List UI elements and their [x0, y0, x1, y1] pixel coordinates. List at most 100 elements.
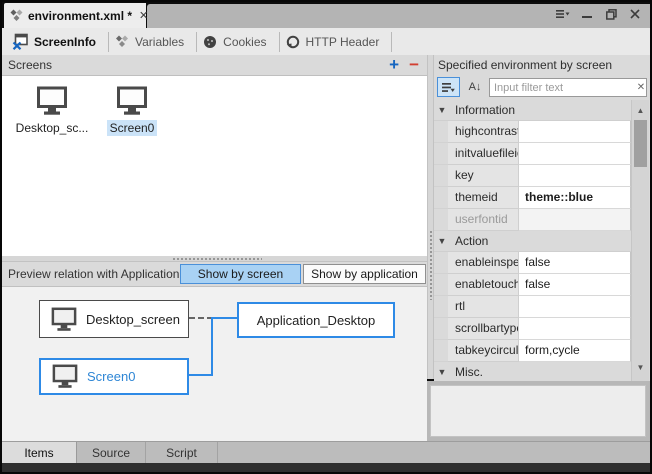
property-rows: ▼ Information highcontrast initvaluefile… [434, 100, 631, 381]
screens-list[interactable]: Desktop_sc... Screen0 [2, 76, 427, 256]
property-value[interactable] [519, 121, 631, 143]
property-name: key [448, 165, 519, 187]
screen-item-desktop[interactable]: Desktop_sc... [14, 86, 90, 136]
property-value[interactable] [519, 165, 631, 187]
cookie-icon [203, 35, 217, 49]
http-header-icon [286, 35, 300, 49]
property-value[interactable]: false [519, 252, 631, 274]
property-row-rtl[interactable]: rtl [434, 296, 631, 318]
tab-screeninfo[interactable]: ScreenInfo [6, 32, 109, 52]
property-grid-scrollbar[interactable]: ▲ ▼ [631, 100, 649, 381]
remove-screen-button[interactable]: − [409, 58, 419, 72]
relation-link-active [213, 317, 237, 319]
property-name: rtl [448, 296, 519, 318]
relation-link-active [189, 374, 213, 376]
variables-icon [115, 35, 129, 48]
clear-filter-icon[interactable]: ✕ [636, 82, 646, 93]
category-label: Information [448, 103, 515, 117]
property-name: userfontid [448, 209, 519, 231]
monitor-icon [115, 86, 149, 116]
row-gutter [434, 209, 448, 231]
minimize-icon[interactable] [580, 7, 594, 21]
node-screen0[interactable]: Screen0 [39, 358, 189, 395]
properties-panel-title: Specified environment by screen [438, 58, 612, 72]
add-screen-button[interactable]: + [389, 58, 399, 72]
screens-panel-title: Screens [8, 58, 52, 72]
monitor-icon [50, 307, 78, 332]
application-window: environment.xml * ✕ [0, 0, 652, 474]
vertical-splitter[interactable] [427, 55, 434, 379]
tab-variables-label: Variables [135, 35, 184, 49]
tab-http-header[interactable]: HTTP Header [280, 32, 393, 52]
property-description-box [430, 385, 646, 437]
property-value[interactable] [519, 296, 631, 318]
category-row-misc[interactable]: ▼ Misc. [434, 362, 631, 381]
scroll-down-icon[interactable]: ▼ [632, 361, 649, 375]
tab-http-header-label: HTTP Header [306, 35, 380, 49]
document-tab-close-icon[interactable]: ✕ [139, 9, 148, 22]
property-row-tabkeycircula[interactable]: tabkeycircula form,cycle [434, 340, 631, 362]
alphabetical-sort-button[interactable]: A↓ [464, 77, 486, 97]
editor-ribbon: ScreenInfo Variables Cookie [2, 28, 650, 56]
relation-link-inactive [189, 317, 213, 319]
property-name: initvaluefileid [448, 143, 519, 165]
property-row-themeid[interactable]: themeid theme::blue [434, 187, 631, 209]
property-row-highcontrast[interactable]: highcontrast [434, 121, 631, 143]
monitor-icon [51, 364, 79, 389]
screen-item-screen0[interactable]: Screen0 [94, 86, 170, 136]
filter-input[interactable] [490, 80, 636, 95]
scrollbar-thumb[interactable] [634, 120, 647, 167]
property-description-area [427, 381, 650, 441]
window-menu-icon[interactable] [556, 7, 570, 21]
node-label: Screen0 [87, 369, 135, 384]
category-row-action[interactable]: ▼ Action [434, 231, 631, 252]
node-application-desktop[interactable]: Application_Desktop [237, 302, 395, 338]
splitter-grip [429, 230, 433, 300]
property-row-userfontid[interactable]: userfontid [434, 209, 631, 231]
tab-script[interactable]: Script [146, 442, 218, 464]
screens-panel-header: Screens + − [2, 55, 427, 76]
tab-variables[interactable]: Variables [109, 32, 197, 52]
property-value[interactable]: theme::blue [519, 187, 631, 209]
preview-panel-title: Preview relation with Application [8, 267, 179, 281]
document-tab-label: environment.xml * [28, 9, 132, 23]
row-gutter [434, 252, 448, 274]
categorized-view-button[interactable] [437, 77, 460, 97]
restore-icon[interactable] [604, 7, 618, 21]
category-label: Action [448, 234, 488, 248]
node-desktop-screen[interactable]: Desktop_screen [39, 300, 189, 338]
close-icon[interactable] [628, 7, 642, 21]
screen-item-label: Desktop_sc... [13, 120, 92, 136]
node-label: Application_Desktop [257, 313, 376, 328]
property-value[interactable]: false [519, 274, 631, 296]
property-value[interactable] [519, 143, 631, 165]
property-row-enableinspec[interactable]: enableinspec false [434, 252, 631, 274]
category-label: Misc. [448, 365, 483, 379]
scroll-up-icon[interactable]: ▲ [632, 104, 649, 118]
collapse-arrow-icon[interactable]: ▼ [434, 367, 448, 377]
property-name: scrollbartype [448, 318, 519, 340]
show-by-application-button[interactable]: Show by application [303, 264, 426, 284]
title-bar: environment.xml * ✕ [2, 2, 650, 28]
show-by-screen-button[interactable]: Show by screen [180, 264, 301, 284]
bottom-tab-strip: Items Source Script [2, 441, 650, 463]
property-row-enabletouch[interactable]: enabletouch false [434, 274, 631, 296]
property-row-initvaluefileid[interactable]: initvaluefileid [434, 143, 631, 165]
row-gutter [434, 274, 448, 296]
collapse-arrow-icon[interactable]: ▼ [434, 105, 448, 115]
row-gutter [434, 296, 448, 318]
tab-cookies[interactable]: Cookies [197, 32, 279, 52]
property-value[interactable] [519, 318, 631, 340]
properties-filter-bar: A↓ ✕ [434, 75, 650, 100]
tab-cookies-label: Cookies [223, 35, 266, 49]
document-tab[interactable]: environment.xml * ✕ [4, 3, 146, 28]
tab-source[interactable]: Source [77, 442, 146, 464]
collapse-arrow-icon[interactable]: ▼ [434, 236, 448, 246]
node-label: Desktop_screen [86, 312, 180, 327]
row-gutter [434, 121, 448, 143]
property-row-scrollbartype[interactable]: scrollbartype [434, 318, 631, 340]
property-value[interactable]: form,cycle [519, 340, 631, 362]
category-row-information[interactable]: ▼ Information [434, 100, 631, 121]
property-row-key[interactable]: key [434, 165, 631, 187]
tab-items[interactable]: Items [2, 442, 77, 464]
